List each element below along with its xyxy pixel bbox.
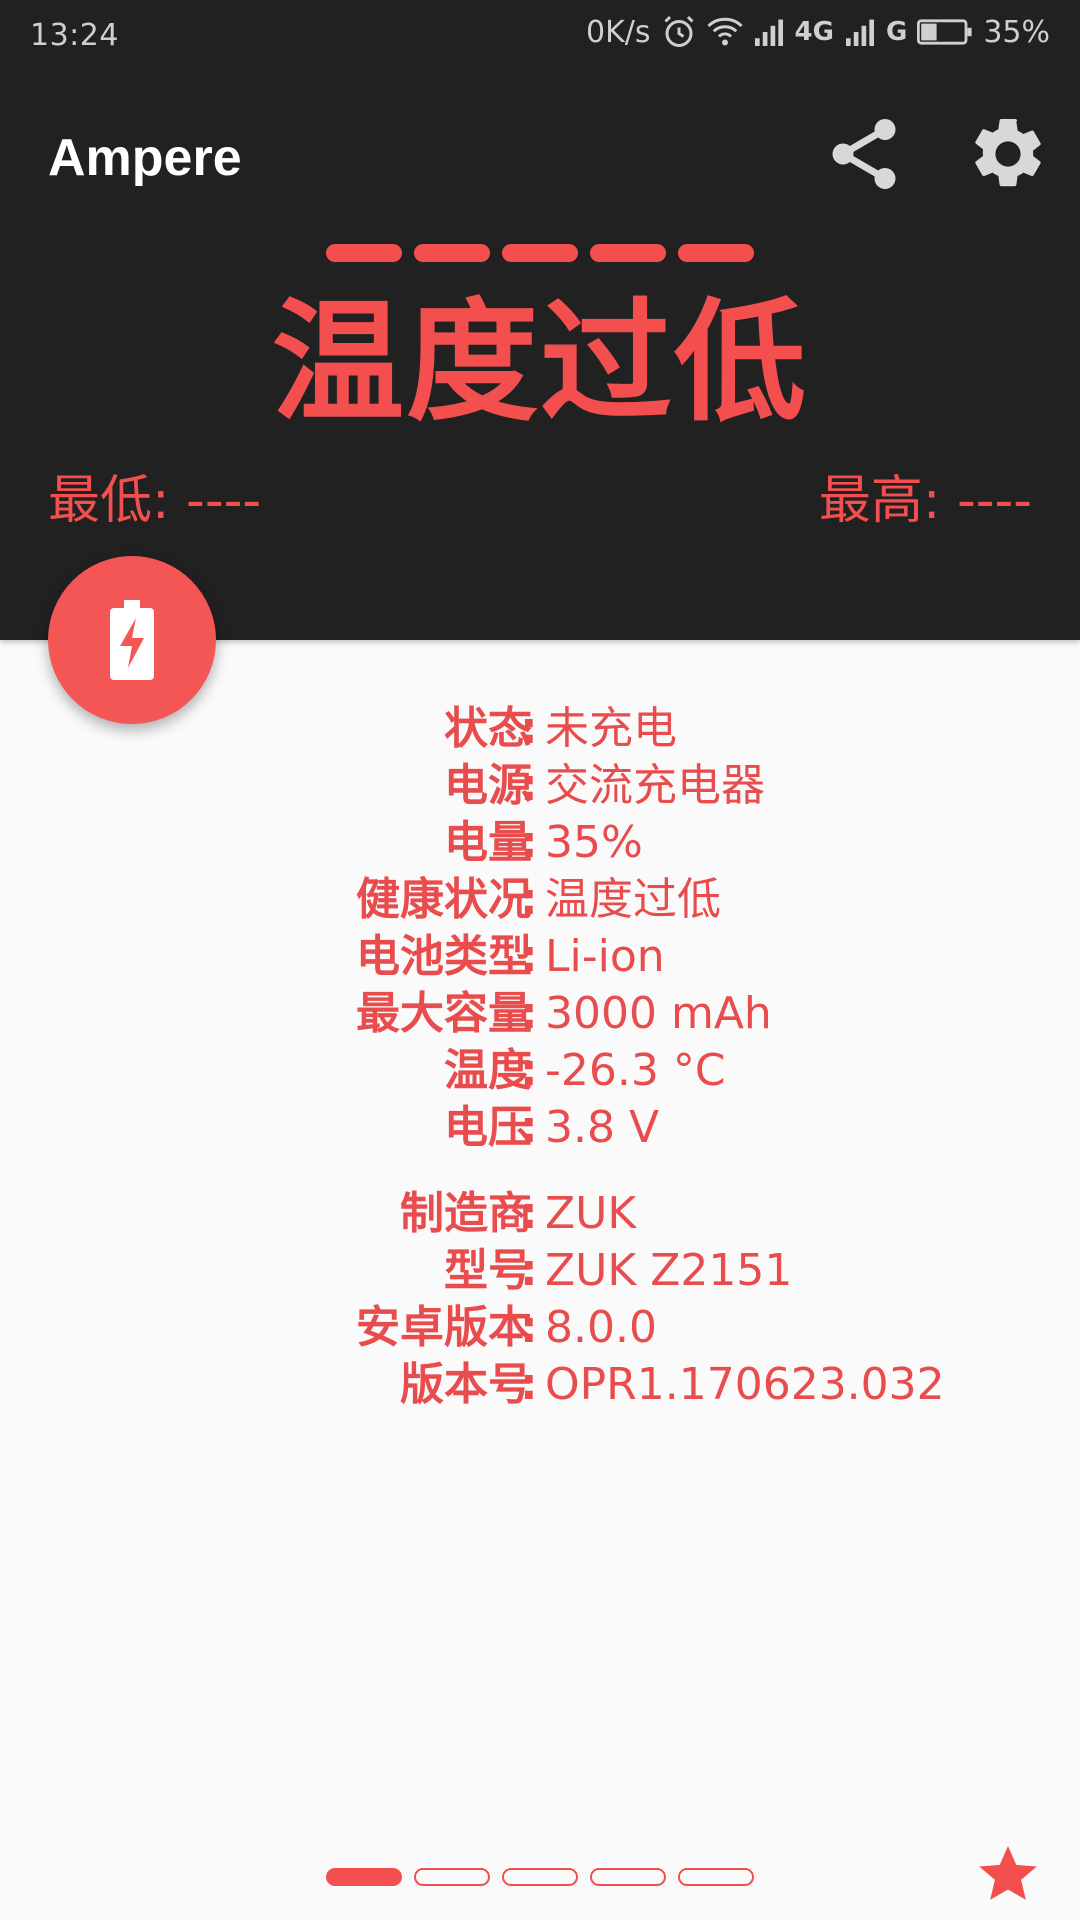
device-info-row: 型号: ZUK Z2151 <box>0 1242 1080 1299</box>
battery-info-label: 电量 <box>444 817 532 868</box>
battery-info-label: 最大容量 <box>356 988 532 1039</box>
battery-info-value: 未充电 <box>545 703 677 754</box>
battery-info-value: 3.8 V <box>545 1102 660 1153</box>
net-speed: 0K/s <box>586 14 651 50</box>
battery-info-value: 35% <box>545 817 643 868</box>
app-title: Ampere <box>48 129 242 187</box>
battery-info-label: 电源 <box>444 760 532 811</box>
max-reading: 最高: ---- <box>818 471 1032 531</box>
label-colon: : <box>520 703 538 754</box>
battery-info-row: 最大容量:3000 mAh <box>0 985 1080 1042</box>
wifi-icon <box>706 17 743 46</box>
battery-info-row: 健康状况: 温度过低 <box>0 871 1080 928</box>
sim1-network-type: 4G <box>794 17 834 47</box>
label-colon: : <box>520 1045 538 1096</box>
battery-info-row: 电池类型: Li-ion <box>0 928 1080 985</box>
battery-info-value: 交流充电器 <box>545 760 765 811</box>
page-dot-3[interactable] <box>502 1868 578 1886</box>
label-colon: : <box>520 1302 538 1353</box>
battery-info-label: 电压 <box>444 1102 532 1153</box>
page-dot-5[interactable] <box>678 1868 754 1886</box>
dash-1 <box>326 244 402 262</box>
label-colon: : <box>520 874 538 925</box>
device-info-label: 版本号 <box>400 1359 532 1410</box>
health-status-headline: 温度过低 <box>272 286 808 440</box>
device-info-value: OPR1.170623.032 <box>545 1359 945 1410</box>
label-colon: : <box>520 1188 538 1239</box>
reading-placeholder-dashes <box>326 244 754 262</box>
label-colon: : <box>520 1245 538 1296</box>
page-indicator <box>326 1868 754 1886</box>
battery-info-value: Li-ion <box>545 931 665 982</box>
battery-percent: 35% <box>983 14 1050 50</box>
device-info-value: ZUK Z2151 <box>545 1245 793 1296</box>
device-info-label: 型号 <box>444 1245 532 1296</box>
device-info-label: 制造商 <box>400 1188 532 1239</box>
battery-info-label: 状态 <box>444 703 532 754</box>
battery-info-value: 温度过低 <box>545 874 721 925</box>
battery-info-label: 健康状况 <box>356 874 532 925</box>
signal-sim1-icon <box>754 19 783 46</box>
alarm-icon <box>663 15 694 47</box>
gear-icon <box>975 118 1041 187</box>
min-reading: 最低: ---- <box>48 471 262 531</box>
label-colon: : <box>520 760 538 811</box>
battery-fab-button[interactable] <box>48 556 216 724</box>
device-info-value: 8.0.0 <box>545 1302 657 1353</box>
app-header: 13:24 0K/s 4G G 35% Ampere 温度过低 最低: ----… <box>0 0 1080 640</box>
device-info-value: ZUK <box>545 1188 637 1239</box>
share-icon <box>832 119 896 189</box>
battery-info-label: 温度 <box>444 1045 532 1096</box>
battery-info-label: 电池类型 <box>356 931 532 982</box>
signal-sim2-icon <box>845 19 874 46</box>
label-colon: : <box>520 817 538 868</box>
settings-button[interactable] <box>966 112 1050 196</box>
dash-5 <box>678 244 754 262</box>
device-info-row: 制造商: ZUK <box>0 1185 1080 1242</box>
battery-info-value: 3000 mAh <box>545 988 772 1039</box>
device-info-label: 安卓版本 <box>356 1302 532 1353</box>
battery-charging-icon <box>110 600 154 680</box>
status-bar: 13:24 0K/s 4G G 35% <box>0 0 1080 74</box>
label-colon: : <box>520 1102 538 1153</box>
battery-info-row: 电源: 交流充电器 <box>0 757 1080 814</box>
share-button[interactable] <box>822 112 906 196</box>
device-info-row: 安卓版本:8.0.0 <box>0 1299 1080 1356</box>
star-icon <box>979 1846 1037 1900</box>
label-colon: : <box>520 1359 538 1410</box>
battery-info-row: 温度: -26.3 °C <box>0 1042 1080 1099</box>
battery-info-value: -26.3 °C <box>545 1045 726 1096</box>
dash-4 <box>590 244 666 262</box>
label-colon: : <box>520 931 538 982</box>
battery-status-icon <box>917 19 972 45</box>
page-dot-1-active[interactable] <box>326 1868 402 1886</box>
page-dot-4[interactable] <box>590 1868 666 1886</box>
status-time: 13:24 <box>30 18 119 53</box>
device-info-row: 版本号: OPR1.170623.032 <box>0 1356 1080 1413</box>
battery-info-row: 状态: 未充电 <box>0 700 1080 757</box>
sim2-network-type: G <box>885 17 908 47</box>
status-indicators: 0K/s 4G G 35% <box>586 14 1050 50</box>
dash-3 <box>502 244 578 262</box>
battery-info-row: 电量:35% <box>0 814 1080 871</box>
dash-2 <box>414 244 490 262</box>
battery-info-row: 电压:3.8 V <box>0 1099 1080 1156</box>
rate-button[interactable] <box>976 1842 1040 1906</box>
page-dot-2[interactable] <box>414 1868 490 1886</box>
battery-info-list: 状态: 未充电 电源: 交流充电器 电量:35% 健康状况: 温度过低 电池类型: Li-ion… <box>0 700 1080 1413</box>
label-colon: : <box>520 988 538 1039</box>
